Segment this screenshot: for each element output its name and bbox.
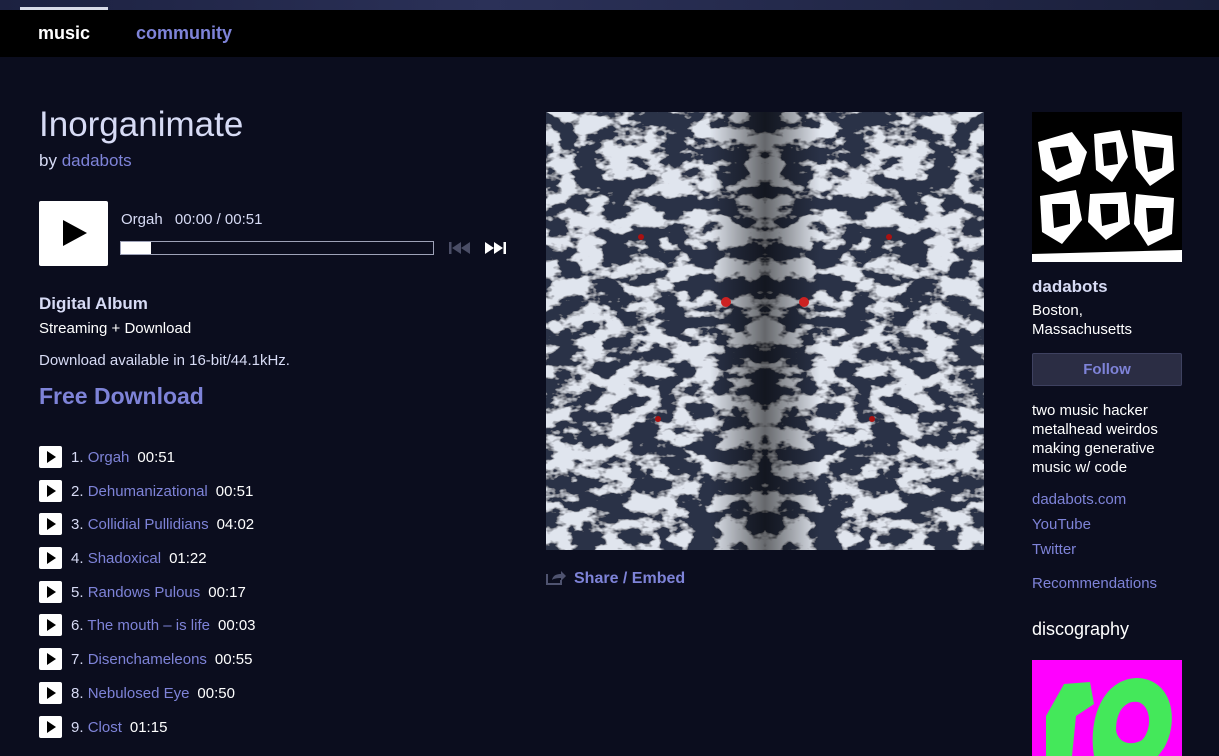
share-embed-button[interactable]: Share / Embed: [546, 569, 685, 588]
track-play-button[interactable]: [39, 614, 62, 637]
recommendations-link[interactable]: Recommendations: [1032, 575, 1157, 592]
track-title[interactable]: Shadoxical: [88, 550, 161, 567]
tab-community[interactable]: community: [136, 10, 232, 57]
track-title[interactable]: Dehumanizational: [88, 483, 208, 500]
play-icon: [47, 451, 56, 463]
track-duration: 01:22: [169, 550, 207, 568]
track-play-button[interactable]: [39, 513, 62, 536]
track-title[interactable]: Clost: [88, 719, 122, 736]
byline-prefix: by: [39, 151, 57, 170]
track-number: 9.: [71, 718, 84, 736]
artist-bio: two music hacker metalhead weirdos makin…: [1032, 402, 1158, 476]
now-playing-title: Orgah: [121, 211, 163, 228]
album-byline: by dadabots: [39, 151, 132, 171]
track-title[interactable]: Orgah: [88, 449, 130, 466]
track-play-button[interactable]: [39, 580, 62, 603]
track-title[interactable]: Randows Pulous: [88, 584, 201, 601]
play-icon: [47, 720, 56, 733]
top-banner-strip: [0, 0, 1219, 10]
artist-link[interactable]: dadabots: [62, 151, 132, 170]
track-number: 5.: [71, 583, 84, 601]
track-play-button[interactable]: [39, 648, 62, 671]
free-download-button[interactable]: Free Download: [39, 383, 204, 410]
play-icon: [47, 619, 56, 632]
track-number: 3.: [71, 516, 84, 534]
play-icon: [47, 484, 56, 497]
track-title[interactable]: Nebulosed Eye: [88, 685, 190, 702]
track-play-button[interactable]: [39, 446, 62, 468]
track-duration: 01:15: [129, 718, 168, 736]
location-line: Boston,: [1032, 302, 1083, 319]
track-duration: 00:50: [197, 684, 235, 702]
previous-track-icon[interactable]: [448, 240, 472, 256]
album-cover-art[interactable]: [546, 112, 984, 550]
discography-album-thumb[interactable]: [1032, 660, 1182, 756]
artist-location: Boston, Massachusetts: [1032, 301, 1182, 339]
track-number: 6.: [71, 617, 84, 635]
play-icon: [63, 220, 87, 246]
next-track-icon[interactable]: [484, 240, 508, 256]
play-icon: [47, 518, 56, 531]
track-play-button[interactable]: [39, 715, 62, 738]
download-quality-note: Download available in 16-bit/44.1kHz.: [39, 352, 290, 369]
now-playing-time: 00:00 / 00:51: [174, 211, 263, 228]
progress-bar[interactable]: [120, 241, 434, 255]
track-number: 2.: [71, 482, 84, 500]
track-duration: 00:55: [214, 651, 253, 669]
tab-music[interactable]: music: [20, 7, 108, 57]
track-number: 4.: [71, 550, 84, 568]
track-play-button[interactable]: [39, 681, 62, 704]
track-duration: 04:02: [216, 516, 255, 534]
track-duration: 00:51: [137, 449, 175, 466]
track-title[interactable]: Disenchameleons: [88, 651, 207, 668]
follow-button[interactable]: Follow: [1032, 353, 1182, 386]
digital-album-heading: Digital Album: [39, 294, 148, 313]
share-icon: [546, 571, 566, 585]
play-icon: [47, 552, 56, 565]
album-title: Inorganimate: [39, 105, 244, 144]
play-icon: [47, 686, 56, 699]
website-link[interactable]: dadabots.com: [1032, 491, 1126, 508]
nav-bar: music community: [0, 7, 1219, 57]
play-icon: [47, 585, 56, 598]
now-playing-info: Orgah 00:00 / 00:51: [121, 211, 262, 228]
twitter-link[interactable]: Twitter: [1032, 541, 1076, 558]
track-duration: 00:17: [208, 583, 246, 601]
youtube-link[interactable]: YouTube: [1032, 516, 1091, 533]
progress-fill[interactable]: [121, 242, 151, 254]
streaming-download-note: Streaming + Download: [39, 320, 192, 337]
track-number: 1.: [71, 449, 84, 466]
play-icon: [47, 653, 56, 666]
artist-photo[interactable]: [1032, 112, 1182, 262]
track-title[interactable]: Collidial Pullidians: [88, 516, 209, 533]
track-duration: 00:51: [215, 482, 254, 500]
track-play-button[interactable]: [39, 479, 62, 502]
track-number: 7.: [71, 651, 84, 669]
discography-heading: discography: [1032, 619, 1130, 639]
track-duration: 00:03: [217, 617, 256, 635]
artist-name[interactable]: dadabots: [1032, 277, 1108, 297]
share-label: Share / Embed: [574, 570, 686, 587]
track-play-button[interactable]: [39, 547, 62, 570]
track-title[interactable]: The mouth – is life: [87, 617, 210, 634]
track-number: 8.: [71, 684, 84, 702]
location-line: Massachusetts: [1032, 321, 1133, 338]
play-button[interactable]: [39, 201, 108, 266]
